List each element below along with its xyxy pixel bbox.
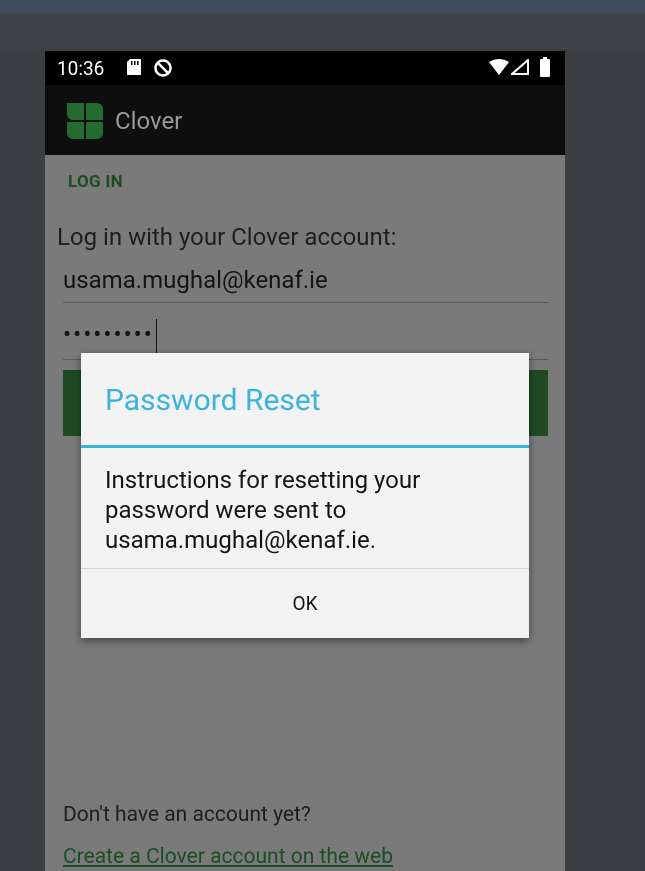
dialog-message: Instructions for resetting your password… xyxy=(105,466,421,554)
email-field[interactable]: usama.mughal@kenaf.ie xyxy=(63,266,548,303)
password-reset-dialog: Password Reset Instructions for resettin… xyxy=(81,353,529,638)
window-title-bar xyxy=(0,0,645,13)
create-account-link[interactable]: Create a Clover account on the web xyxy=(63,845,393,869)
emulator-toolbar xyxy=(0,13,645,49)
status-time: 10:36 xyxy=(57,57,105,80)
status-bar: 10:36 xyxy=(45,51,565,85)
ok-button[interactable]: OK xyxy=(81,569,529,638)
text-cursor xyxy=(155,319,158,353)
password-value: ••••••••• xyxy=(63,320,154,349)
no-account-text: Don't have an account yet? xyxy=(63,803,311,827)
battery-icon xyxy=(540,57,550,77)
tab-log-in[interactable]: LOG IN xyxy=(68,172,123,192)
sd-card-icon xyxy=(127,59,141,75)
app-bar: Clover xyxy=(45,85,565,155)
signal-icon xyxy=(511,59,529,75)
sync-icon xyxy=(154,59,172,77)
login-intro-text: Log in with your Clover account: xyxy=(57,223,397,251)
dialog-title: Password Reset xyxy=(105,383,321,418)
wifi-icon xyxy=(489,59,509,75)
dialog-title-divider xyxy=(81,445,529,448)
email-value: usama.mughal@kenaf.ie xyxy=(63,266,328,294)
clover-logo-icon xyxy=(67,103,103,139)
app-title: Clover xyxy=(115,107,183,135)
